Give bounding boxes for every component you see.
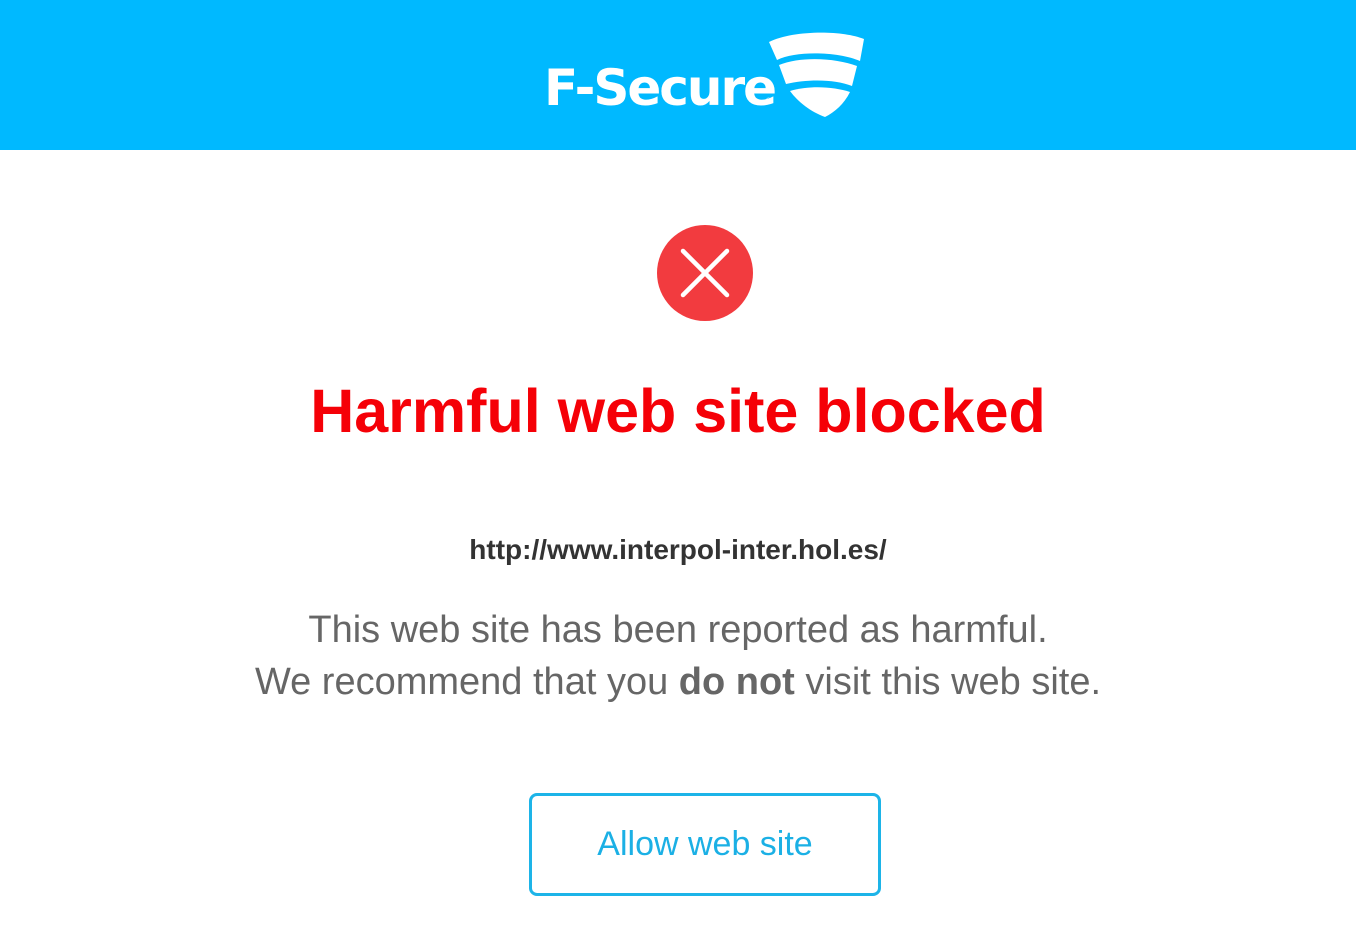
blocked-url: http://www.interpol-inter.hol.es/ <box>469 534 887 565</box>
warning-emphasis: do not <box>678 661 795 703</box>
f-secure-logo: F-Secure ® <box>544 30 864 122</box>
header-bar: F-Secure ® <box>0 0 1356 150</box>
blocked-x-icon <box>657 225 753 321</box>
allow-web-site-button[interactable]: Allow web site <box>529 793 881 896</box>
warning-message: This web site has been reported as harmf… <box>0 604 1356 708</box>
f-secure-shield-icon <box>769 32 864 117</box>
warning-message-prefix: We recommend that you <box>254 661 679 703</box>
logo-text: F-Secure <box>544 59 777 117</box>
warning-message-line-1: This web site has been reported as harmf… <box>308 609 1048 651</box>
page-title: Harmful web site blocked <box>310 377 1046 445</box>
warning-message-suffix: visit this web site. <box>794 661 1102 703</box>
